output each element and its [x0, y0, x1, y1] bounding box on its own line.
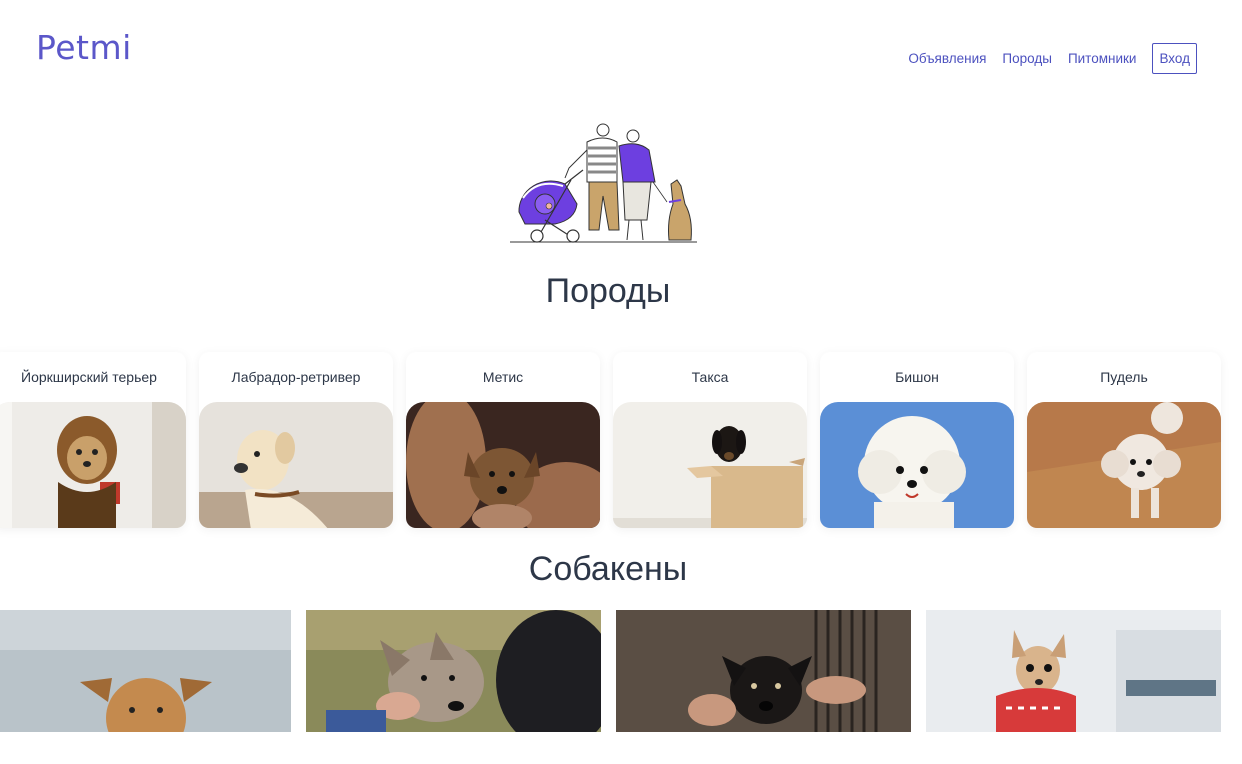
breeds-title: Породы: [545, 272, 671, 310]
breed-photo-mixed: [406, 402, 600, 528]
breed-photo-dachshund: [613, 402, 807, 528]
nav-item-ads[interactable]: Объявления: [908, 51, 986, 66]
dog-card[interactable]: [616, 610, 911, 732]
hero-illustration: [505, 120, 705, 248]
dogs-list: [0, 610, 1221, 732]
breed-card-bichon[interactable]: Бишон: [820, 352, 1014, 528]
login-button[interactable]: Вход: [1152, 43, 1197, 74]
dog-photo: [926, 610, 1221, 732]
breed-card-label: Метис: [482, 369, 524, 385]
breed-card-label: Бишон: [895, 369, 939, 385]
dog-photo: [616, 610, 911, 732]
dog-photo: [306, 610, 601, 732]
dog-card[interactable]: [306, 610, 601, 732]
breed-card-yorkshire[interactable]: Йоркширский терьер: [0, 352, 186, 528]
dog-card[interactable]: [0, 610, 291, 732]
breed-card-label: Лабрадор-ретривер: [231, 369, 361, 385]
breed-card-mixed[interactable]: Метис: [406, 352, 600, 528]
dogs-title: Собакены: [528, 550, 688, 588]
breeds-list: Йоркширский терьер Лабрадор-ретривер Мет…: [0, 352, 1221, 528]
logo[interactable]: Petmi: [36, 28, 132, 67]
breed-card-dachshund[interactable]: Такса: [613, 352, 807, 528]
dog-photo: [0, 610, 291, 732]
nav-item-kennels[interactable]: Питомники: [1068, 51, 1137, 66]
breed-card-label: Йоркширский терьер: [21, 369, 157, 385]
breed-card-labrador[interactable]: Лабрадор-ретривер: [199, 352, 393, 528]
breed-photo-bichon: [820, 402, 1014, 528]
breed-card-label: Пудель: [1100, 369, 1148, 385]
breed-photo-labrador: [199, 402, 393, 528]
main-nav: Объявления Породы Питомники Вход: [908, 43, 1197, 74]
breed-card-poodle[interactable]: Пудель: [1027, 352, 1221, 528]
breed-photo-yorkshire: [0, 402, 186, 528]
dog-card[interactable]: [926, 610, 1221, 732]
breed-card-label: Такса: [691, 369, 729, 385]
nav-item-breeds[interactable]: Породы: [1002, 51, 1052, 66]
breed-photo-poodle: [1027, 402, 1221, 528]
